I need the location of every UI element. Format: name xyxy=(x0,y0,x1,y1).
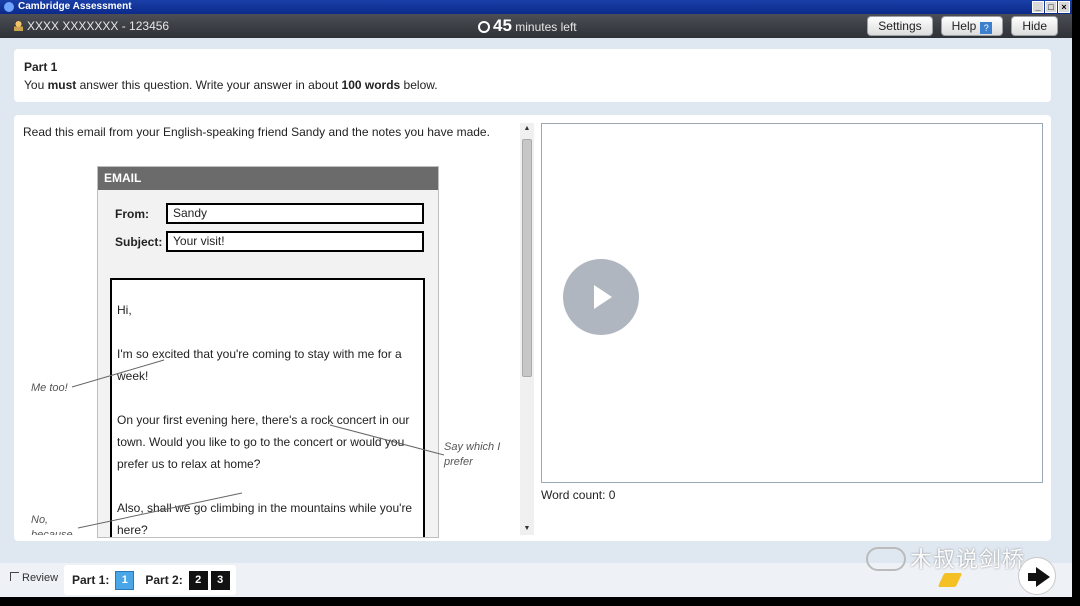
exam-screen: Cambridge Assessment _ □ × XXXX XXXXXXX … xyxy=(0,0,1072,597)
candidate-info: XXXX XXXXXXX - 123456 xyxy=(14,14,169,38)
candidate-id: XXXX XXXXXXX - 123456 xyxy=(27,19,170,33)
person-icon xyxy=(14,21,23,31)
email-greeting: Hi, xyxy=(117,303,132,317)
instructions-panel: Part 1 You must answer this question. Wr… xyxy=(14,49,1051,102)
close-icon[interactable]: × xyxy=(1058,1,1070,13)
part-title: Part 1 xyxy=(24,60,58,74)
settings-button[interactable]: Settings xyxy=(867,16,933,36)
watermark-text: 木叔说剑桥 xyxy=(910,548,1026,573)
word-target: 100 words xyxy=(341,78,401,92)
play-icon[interactable] xyxy=(563,259,639,335)
question-2-button[interactable]: 2 xyxy=(188,570,208,590)
window-title: Cambridge Assessment xyxy=(18,1,132,12)
timer: 45 minutes left xyxy=(478,14,577,38)
scroll-down-icon[interactable]: ▼ xyxy=(520,523,534,535)
wechat-icon xyxy=(866,547,906,571)
question-panel: Read this email from your English-speaki… xyxy=(14,115,1051,541)
email-paragraph: I'm so excited that you're coming to sta… xyxy=(117,347,402,383)
subject-field: Your visit! xyxy=(166,231,424,252)
help-button[interactable]: Help? xyxy=(940,16,1004,36)
question-1-button[interactable]: 1 xyxy=(115,570,135,590)
window-title-bar: Cambridge Assessment _ □ × xyxy=(0,0,1072,14)
from-field: Sandy xyxy=(166,203,424,224)
timer-minutes: 45 xyxy=(493,16,512,35)
note-no-because: No, because xyxy=(31,514,73,535)
instruction-must: must xyxy=(47,78,77,92)
email-paragraph: On your first evening here, there's a ro… xyxy=(117,413,410,471)
word-count: Word count: 0 xyxy=(541,488,616,502)
minimize-icon[interactable]: _ xyxy=(1032,1,1044,13)
instruction-middle: answer this question. Write your answer … xyxy=(76,78,342,92)
review-checkbox-icon[interactable] xyxy=(10,572,19,581)
email-body: Hi, I'm so excited that you're coming to… xyxy=(110,278,425,537)
email-card: EMAIL From: Sandy Subject: Your visit! H… xyxy=(97,166,439,538)
review-label: Review xyxy=(22,572,59,584)
from-label: From: xyxy=(115,207,149,221)
note-me-too: Me too! xyxy=(31,382,68,394)
alarm-clock-icon xyxy=(478,21,490,33)
help-icon: ? xyxy=(980,22,993,34)
pencil-icon xyxy=(937,573,963,587)
email-header: EMAIL xyxy=(98,167,438,190)
hide-button[interactable]: Hide xyxy=(1011,16,1058,36)
exam-toolbar: XXXX XXXXXXX - 123456 45 minutes left Se… xyxy=(0,14,1072,38)
question-lead: Read this email from your English-speaki… xyxy=(23,125,490,139)
instruction-text: You must answer this question. Write you… xyxy=(24,78,1041,92)
maximize-icon[interactable]: □ xyxy=(1045,1,1057,13)
channel-watermark: 木叔说剑桥 xyxy=(866,542,1025,574)
question-3-button[interactable]: 3 xyxy=(210,570,230,590)
note-say-which: Say which I prefer xyxy=(444,441,501,468)
instruction-end: below. xyxy=(400,78,438,92)
part-navigator: Part 1: 1 Part 2: 2 3 xyxy=(64,565,236,595)
cambridge-logo-icon xyxy=(4,2,14,12)
part2-label: Part 2: xyxy=(145,573,183,587)
email-from-row: From: xyxy=(115,207,165,221)
subject-label: Subject: xyxy=(115,235,163,249)
help-button-label: Help xyxy=(951,19,977,33)
toolbar-buttons: Settings Help? Hide xyxy=(867,16,1058,36)
question-scrollbar[interactable]: ▲ ▼ xyxy=(520,123,534,535)
instruction-start: You xyxy=(24,78,48,92)
review-toggle[interactable]: Review xyxy=(10,572,58,584)
scroll-thumb[interactable] xyxy=(522,139,532,377)
email-paragraph: Also, shall we go climbing in the mounta… xyxy=(117,501,413,537)
part1-label: Part 1: xyxy=(72,573,110,587)
timer-label: minutes left xyxy=(515,20,577,34)
window-controls: _ □ × xyxy=(1032,1,1070,13)
email-subject-row: Subject: xyxy=(115,235,165,249)
scroll-up-icon[interactable]: ▲ xyxy=(520,123,534,135)
